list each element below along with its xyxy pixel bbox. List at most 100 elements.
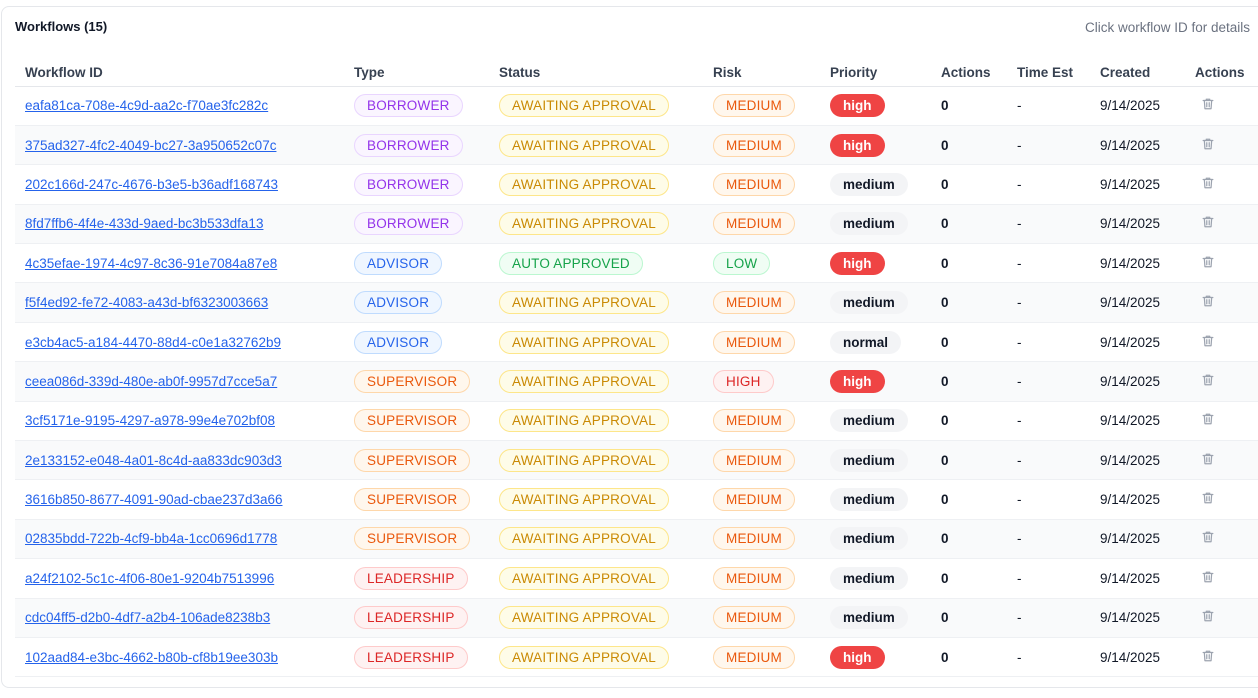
cell-time-est: -	[1007, 558, 1090, 599]
trash-icon[interactable]	[1201, 255, 1215, 269]
time-estimate: -	[1017, 216, 1022, 232]
cell-time-est: -	[1007, 125, 1090, 166]
cell-status: AWAITING APPROVAL	[489, 519, 703, 560]
table-row: 3cf5171e-9195-4297-a978-99e4e702bf08 SUP…	[15, 401, 1258, 442]
priority-badge: high	[830, 369, 885, 393]
workflow-id-link[interactable]: 02835bdd-722b-4cf9-bb4a-1cc0696d1778	[25, 531, 277, 546]
cell-row-actions	[1185, 322, 1258, 363]
actions-count: 0	[941, 610, 949, 626]
cell-actions-count: 0	[931, 361, 1007, 402]
trash-icon[interactable]	[1201, 649, 1215, 663]
column-header-risk[interactable]: Risk	[703, 59, 820, 87]
type-badge: SUPERVISOR	[354, 409, 471, 433]
cell-created: 9/14/2025	[1090, 637, 1185, 678]
table-row: 375ad327-4fc2-4049-bc27-3a950652c07c BOR…	[15, 125, 1258, 166]
cell-type: SUPERVISOR	[344, 401, 489, 442]
status-badge: AWAITING APPROVAL	[499, 527, 669, 551]
trash-icon[interactable]	[1201, 530, 1215, 544]
cell-risk: MEDIUM	[703, 204, 820, 245]
cell-actions-count: 0	[931, 637, 1007, 678]
cell-workflow-id: eafa81ca-708e-4c9d-aa2c-f70ae3fc282c	[15, 86, 344, 126]
cell-type: SUPERVISOR	[344, 440, 489, 481]
risk-badge: MEDIUM	[713, 606, 795, 630]
cell-priority: high	[820, 637, 931, 678]
time-estimate: -	[1017, 255, 1022, 271]
trash-icon[interactable]	[1201, 176, 1215, 190]
cell-status: AWAITING APPROVAL	[489, 401, 703, 442]
workflow-id-link[interactable]: 2e133152-e048-4a01-8c4d-aa833dc903d3	[25, 453, 282, 468]
type-badge: ADVISOR	[354, 291, 443, 315]
trash-icon[interactable]	[1201, 334, 1215, 348]
cell-time-est: -	[1007, 243, 1090, 284]
trash-icon[interactable]	[1201, 215, 1215, 229]
workflow-id-link[interactable]: 3616b850-8677-4091-90ad-cbae237d3a66	[25, 492, 282, 507]
details-hint: Click workflow ID for details	[1085, 20, 1251, 35]
risk-badge: HIGH	[713, 369, 774, 393]
workflow-id-link[interactable]: e3cb4ac5-a184-4470-88d4-c0e1a32762b9	[25, 335, 281, 350]
priority-badge: medium	[830, 566, 908, 590]
cell-risk: MEDIUM	[703, 558, 820, 599]
column-header-type[interactable]: Type	[344, 59, 489, 87]
workflow-id-link[interactable]: 202c166d-247c-4676-b3e5-b36adf168743	[25, 177, 278, 192]
workflow-id-link[interactable]: ceea086d-339d-480e-ab0f-9957d7cce5a7	[25, 374, 277, 389]
created-date: 9/14/2025	[1100, 531, 1161, 547]
workflow-id-link[interactable]: eafa81ca-708e-4c9d-aa2c-f70ae3fc282c	[25, 98, 268, 113]
column-header-actions-count[interactable]: Actions	[931, 59, 1007, 87]
trash-icon[interactable]	[1201, 294, 1215, 308]
cell-row-actions	[1185, 440, 1258, 481]
trash-icon[interactable]	[1201, 570, 1215, 584]
column-header-workflow-id[interactable]: Workflow ID	[15, 59, 344, 87]
trash-icon[interactable]	[1201, 491, 1215, 505]
workflow-id-link[interactable]: 3cf5171e-9195-4297-a978-99e4e702bf08	[25, 413, 275, 428]
risk-badge: MEDIUM	[713, 291, 795, 315]
column-header-status[interactable]: Status	[489, 59, 703, 87]
cell-priority: medium	[820, 440, 931, 481]
workflow-id-link[interactable]: 4c35efae-1974-4c97-8c36-91e7084a87e8	[25, 256, 277, 271]
time-estimate: -	[1017, 452, 1022, 468]
workflow-id-link[interactable]: 8fd7ffb6-4f4e-433d-9aed-bc3b533dfa13	[25, 216, 263, 231]
table-row: e3cb4ac5-a184-4470-88d4-c0e1a32762b9 ADV…	[15, 322, 1258, 363]
cell-risk: MEDIUM	[703, 479, 820, 520]
cell-workflow-id: 375ad327-4fc2-4049-bc27-3a950652c07c	[15, 125, 344, 166]
type-badge: SUPERVISOR	[354, 527, 471, 551]
cell-risk: MEDIUM	[703, 401, 820, 442]
time-estimate: -	[1017, 413, 1022, 429]
cell-status: AWAITING APPROVAL	[489, 164, 703, 205]
trash-icon[interactable]	[1201, 373, 1215, 387]
table-row: 02835bdd-722b-4cf9-bb4a-1cc0696d1778 SUP…	[15, 519, 1258, 560]
workflow-id-link[interactable]: cdc04ff5-d2b0-4df7-a2b4-106ade8238b3	[25, 610, 270, 625]
type-badge: BORROWER	[354, 172, 463, 196]
actions-count: 0	[941, 176, 949, 192]
cell-workflow-id: 8fd7ffb6-4f4e-433d-9aed-bc3b533dfa13	[15, 204, 344, 245]
column-header-time-est[interactable]: Time Est	[1007, 59, 1090, 87]
cell-priority: high	[820, 361, 931, 402]
type-badge: BORROWER	[354, 212, 463, 236]
trash-icon[interactable]	[1201, 452, 1215, 466]
trash-icon[interactable]	[1201, 97, 1215, 111]
cell-priority: medium	[820, 164, 931, 205]
trash-icon[interactable]	[1201, 137, 1215, 151]
cell-created: 9/14/2025	[1090, 558, 1185, 599]
cell-actions-count: 0	[931, 519, 1007, 560]
trash-icon[interactable]	[1201, 412, 1215, 426]
workflow-id-link[interactable]: 102aad84-e3bc-4662-b80b-cf8b19ee303b	[25, 650, 278, 665]
priority-badge: medium	[830, 448, 908, 472]
workflow-id-link[interactable]: a24f2102-5c1c-4f06-80e1-9204b7513996	[25, 571, 274, 586]
time-estimate: -	[1017, 610, 1022, 626]
trash-icon[interactable]	[1201, 609, 1215, 623]
column-header-created[interactable]: Created	[1090, 59, 1185, 87]
status-badge: AWAITING APPROVAL	[499, 488, 669, 512]
risk-badge: LOW	[713, 251, 771, 275]
type-badge: LEADERSHIP	[354, 566, 468, 590]
workflow-id-link[interactable]: 375ad327-4fc2-4049-bc27-3a950652c07c	[25, 138, 276, 153]
workflow-id-link[interactable]: f5f4ed92-fe72-4083-a43d-bf6323003663	[25, 295, 268, 310]
cell-priority: high	[820, 125, 931, 166]
column-header-priority[interactable]: Priority	[820, 59, 931, 87]
actions-count: 0	[941, 373, 949, 389]
cell-type: SUPERVISOR	[344, 519, 489, 560]
cell-priority: medium	[820, 558, 931, 599]
cell-type: BORROWER	[344, 86, 489, 126]
status-badge: AWAITING APPROVAL	[499, 212, 669, 236]
created-date: 9/14/2025	[1100, 610, 1161, 626]
cell-risk: MEDIUM	[703, 322, 820, 363]
